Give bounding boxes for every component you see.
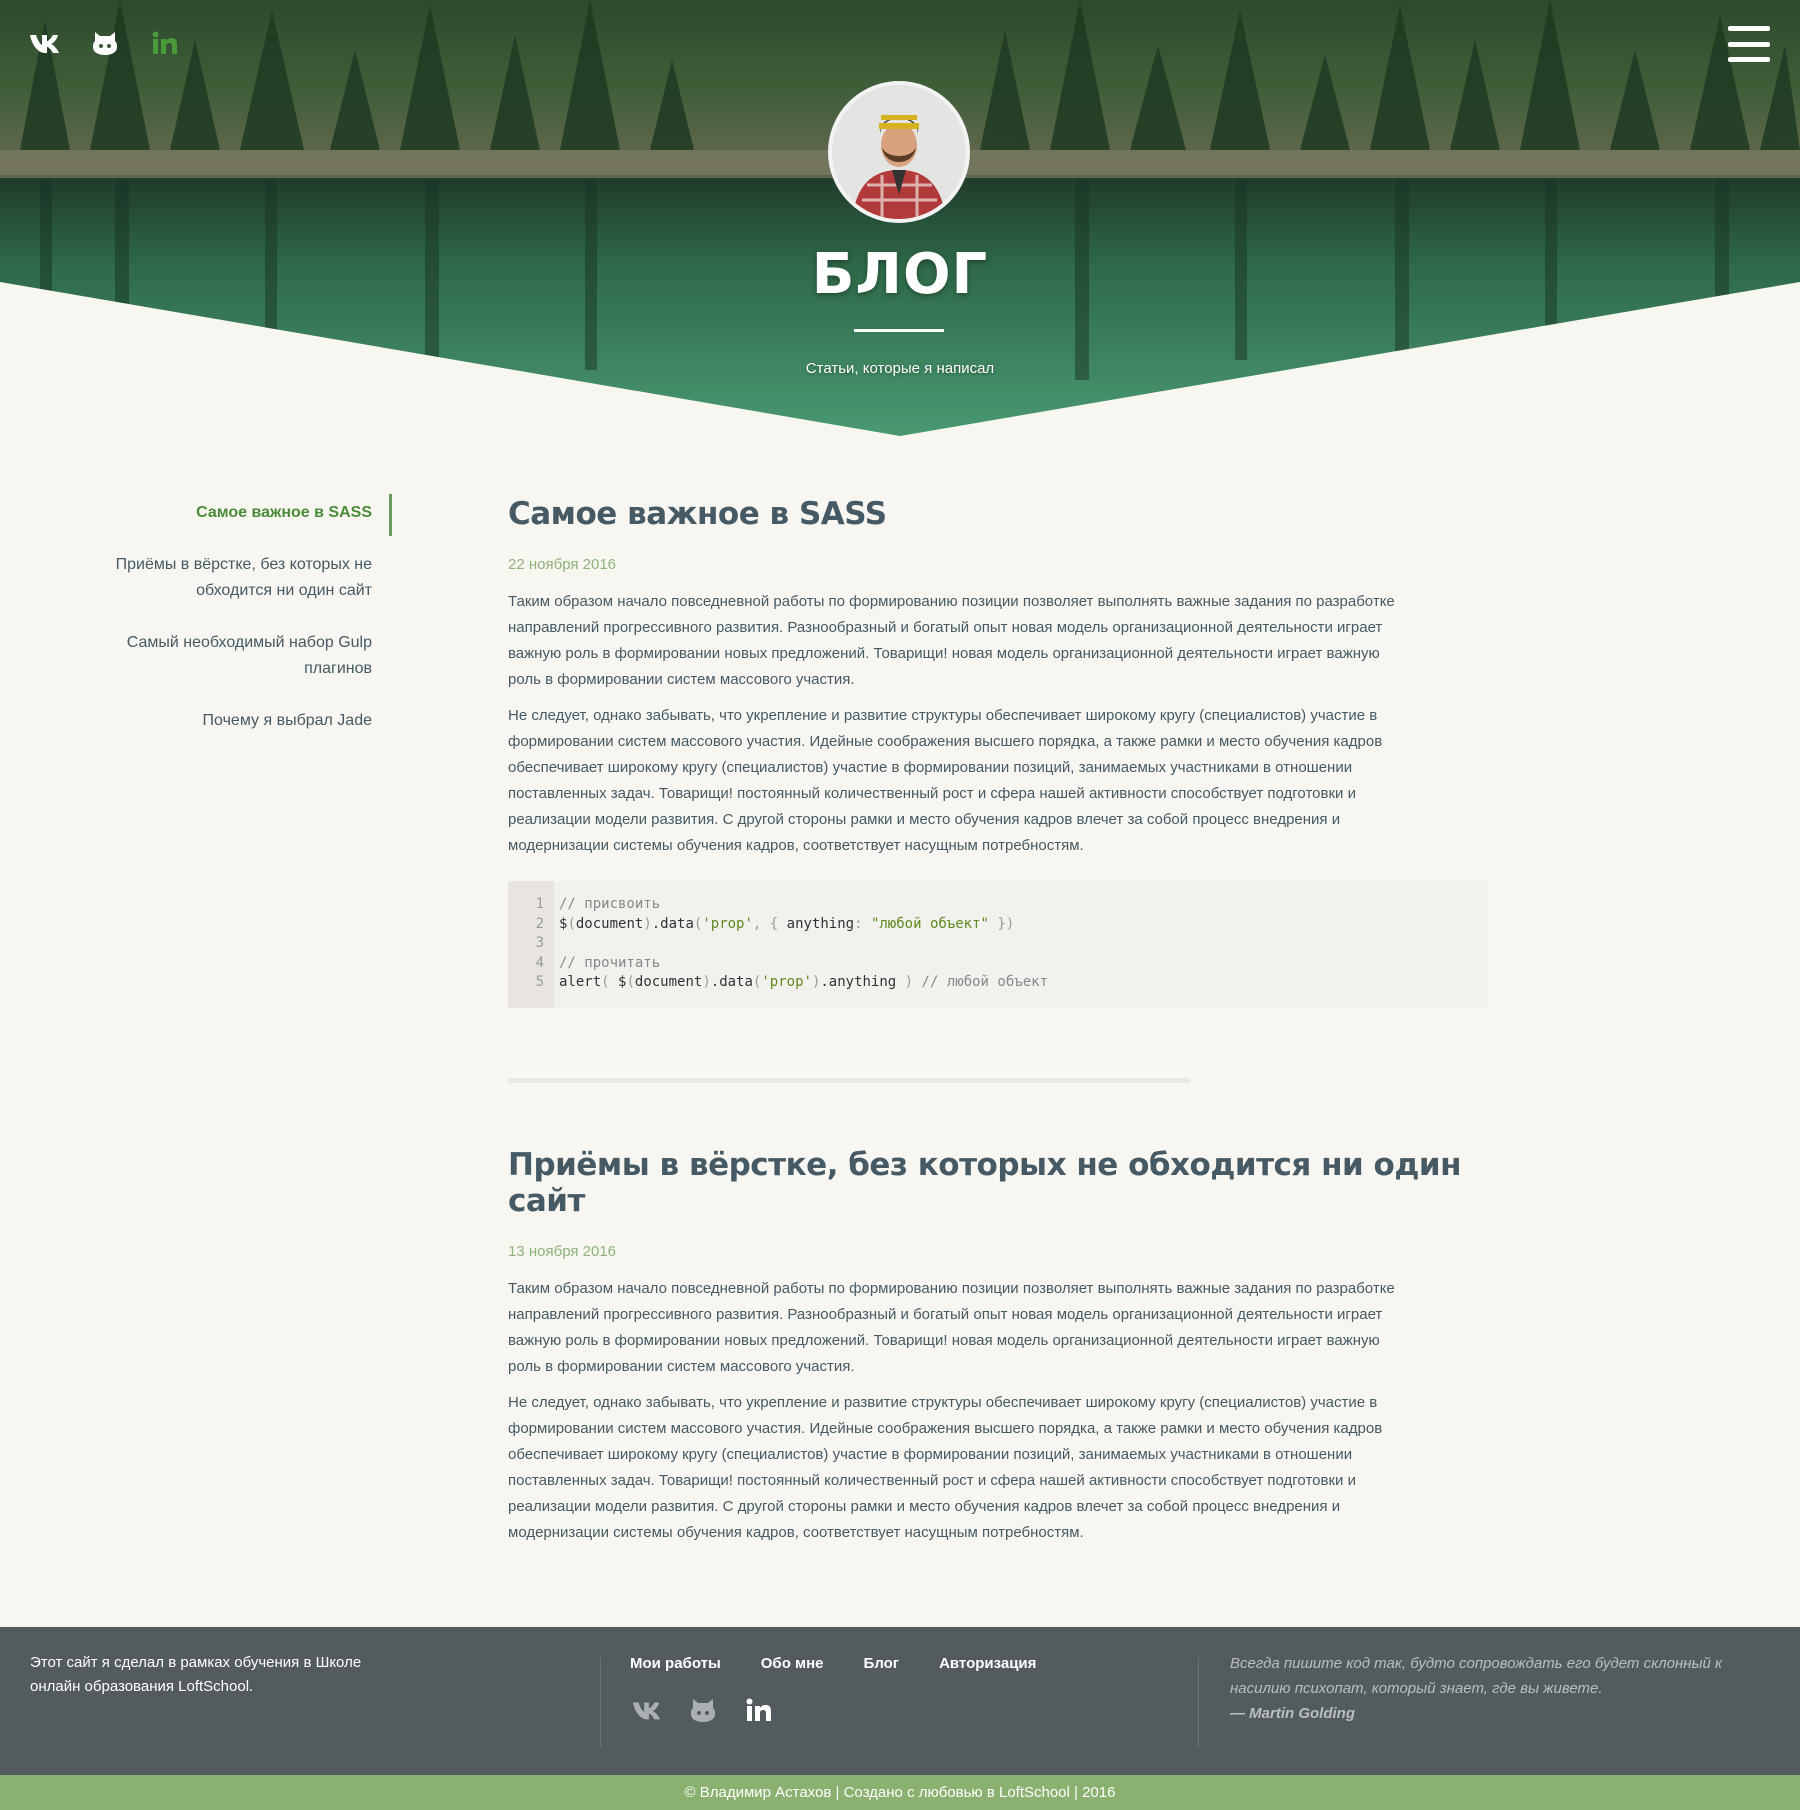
- post-date: 13 ноября 2016: [508, 1243, 617, 1260]
- code-content: // присвоить $(document).data('prop', { a…: [559, 896, 1048, 990]
- linkedin-icon[interactable]: [744, 1695, 774, 1725]
- quote-author: — Martin Golding: [1230, 1705, 1355, 1722]
- hero-header: БЛОГ Статьи, которые я написал: [0, 0, 1800, 440]
- footer: Этот сайт я сделал в рамках обучения в Ш…: [0, 1627, 1800, 1775]
- footer-nav: Мои работы Обо мне Блог Авторизация: [630, 1655, 1036, 1672]
- sidebar-item-jade[interactable]: Почему я выбрал Jade: [100, 708, 392, 734]
- vk-icon[interactable]: [632, 1695, 662, 1725]
- post-paragraph: Таким образом начало повседневной работы…: [508, 593, 1395, 688]
- footer-nav-works[interactable]: Мои работы: [630, 1655, 721, 1672]
- post-paragraph: Таким образом начало повседневной работы…: [508, 1280, 1395, 1375]
- footer-about-text: Этот сайт я сделал в рамках обучения в Ш…: [30, 1654, 362, 1695]
- linkedin-icon[interactable]: [148, 26, 182, 60]
- blog-content: Самое важное в SASS 22 ноября 2016 Таким…: [508, 496, 1488, 1546]
- post-title: Приёмы в вёрстке, без которых не обходит…: [508, 1147, 1462, 1219]
- footer-quote: Всегда пишите код так, будто сопровождат…: [1230, 1651, 1750, 1726]
- blog-post: Приёмы в вёрстке, без которых не обходит…: [508, 1147, 1488, 1546]
- post-date: 22 ноября 2016: [508, 556, 617, 573]
- blog-sidebar-nav: Самое важное в SASS Приёмы в вёрстке, бе…: [100, 494, 392, 760]
- quote-text: Всегда пишите код так, будто сопровождат…: [1230, 1655, 1723, 1697]
- copyright-bar: © Владимир Астахов | Создано с любовью в…: [0, 1775, 1800, 1810]
- post-divider: [508, 1078, 1190, 1083]
- sidebar-item-sass[interactable]: Самое важное в SASS: [100, 494, 392, 536]
- page-title: БЛОГ: [811, 242, 989, 307]
- title-underline: [854, 329, 944, 332]
- footer-divider: [600, 1657, 601, 1747]
- hamburger-menu-icon[interactable]: [1728, 26, 1770, 62]
- footer-nav-auth[interactable]: Авторизация: [939, 1655, 1036, 1672]
- footer-nav-about[interactable]: Обо мне: [761, 1655, 824, 1672]
- footer-social-links: [632, 1695, 774, 1725]
- post-paragraph: Не следует, однако забывать, что укрепле…: [508, 707, 1383, 854]
- page-subtitle: Статьи, которые я написал: [805, 360, 995, 377]
- sidebar-item-layout-tricks[interactable]: Приёмы в вёрстке, без которых не обходит…: [100, 552, 392, 604]
- github-icon[interactable]: [688, 1695, 718, 1725]
- sidebar-item-gulp-plugins[interactable]: Самый необходимый набор Gulp плагинов: [100, 630, 392, 682]
- post-title: Самое важное в SASS: [508, 496, 887, 532]
- code-line-numbers: 1 2 3 4 5: [508, 881, 554, 1008]
- footer-nav-blog[interactable]: Блог: [864, 1655, 900, 1672]
- vk-icon[interactable]: [28, 26, 62, 60]
- post-paragraph: Не следует, однако забывать, что укрепле…: [508, 1394, 1383, 1541]
- code-block: 1 2 3 4 5 // присвоить $(document).data('…: [508, 881, 1488, 1008]
- header-social-links: [28, 26, 182, 60]
- avatar: [828, 81, 970, 223]
- footer-divider: [1198, 1657, 1199, 1747]
- github-icon[interactable]: [88, 26, 122, 60]
- blog-post: Самое важное в SASS 22 ноября 2016 Таким…: [508, 496, 1488, 1008]
